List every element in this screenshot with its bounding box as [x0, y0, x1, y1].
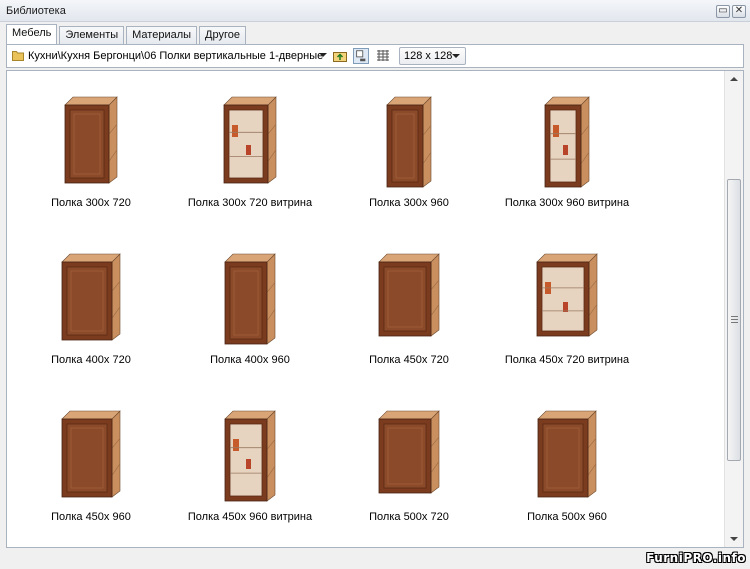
watermark: FurniPRO.info: [646, 551, 746, 565]
library-item[interactable]: Полка 400х 960: [170, 244, 330, 366]
library-item[interactable]: Полка 300х 720: [11, 87, 171, 209]
close-button[interactable]: ✕: [732, 5, 746, 18]
library-item[interactable]: Полка 300х 960: [329, 87, 489, 209]
tab-furniture[interactable]: Мебель: [6, 24, 58, 44]
library-item[interactable]: Полка 450х 720: [329, 244, 489, 366]
tab-materials[interactable]: Материалы: [126, 26, 198, 44]
cabinet-thumbnail: [64, 96, 118, 184]
scroll-up-icon[interactable]: [728, 74, 740, 84]
cabinet-thumbnail: [61, 410, 121, 498]
library-item[interactable]: Полка 450х 960: [11, 401, 171, 523]
cabinet-thumbnail: [386, 96, 432, 188]
chevron-down-icon: [452, 54, 460, 58]
item-label: Полка 300х 960: [369, 197, 449, 209]
item-label: Полка 300х 720 витрина: [187, 197, 313, 209]
cabinet-thumbnail: [378, 253, 440, 337]
item-label: Полка 450х 960 витрина: [187, 511, 313, 523]
minimize-icon: ▭: [718, 5, 728, 16]
folder-icon: [12, 51, 24, 61]
thumbnail-view-icon[interactable]: [353, 48, 369, 64]
library-item[interactable]: Полка 450х 720 витрина: [487, 244, 647, 366]
item-label: Полка 400х 720: [51, 354, 131, 366]
toolbar: Кухни\Кухня Бергонци\06 Полки вертикальн…: [6, 44, 744, 68]
item-label: Полка 450х 960: [51, 511, 131, 523]
library-item[interactable]: Полка 300х 720 витрина: [170, 87, 330, 209]
vertical-scrollbar[interactable]: [724, 71, 743, 547]
glass-cabinet-thumbnail: [536, 253, 598, 337]
cabinet-thumbnail: [61, 253, 121, 341]
thumbnail-size-value: 128 x 128: [404, 50, 453, 62]
tab-elements[interactable]: Элементы: [59, 26, 125, 44]
glass-cabinet-thumbnail: [544, 96, 590, 188]
path-dropdown[interactable]: Кухни\Кухня Бергонци\06 Полки вертикальн…: [11, 47, 329, 65]
library-item[interactable]: Полка 500х 960: [487, 401, 647, 523]
thumbnail-size-select[interactable]: 128 x 128: [399, 47, 466, 65]
item-grid: Полка 300х 720 Полка 300х 720 витрина Полк…: [7, 71, 725, 547]
window-title: Библиотека: [6, 5, 66, 17]
scroll-grip-icon: [731, 316, 738, 323]
status-bar: FurniPRO.info: [0, 550, 750, 569]
item-label: Полка 400х 960: [210, 354, 290, 366]
glass-cabinet-thumbnail: [223, 96, 277, 184]
path-text: Кухни\Кухня Бергонци\06 Полки вертикальн…: [28, 50, 324, 62]
item-label: Полка 500х 960: [527, 511, 607, 523]
library-content: Полка 300х 720 Полка 300х 720 витрина Полк…: [6, 70, 744, 548]
cabinet-thumbnail: [224, 253, 276, 345]
glass-cabinet-thumbnail: [224, 410, 276, 502]
cabinet-thumbnail: [537, 410, 597, 498]
dock-button[interactable]: ▭: [716, 5, 730, 18]
folder-up-icon[interactable]: [332, 48, 348, 64]
item-label: Полка 500х 720: [369, 511, 449, 523]
library-item[interactable]: Полка 300х 960 витрина: [487, 87, 647, 209]
tab-strip: Мебель Элементы Материалы Другое: [6, 24, 246, 44]
cabinet-thumbnail: [378, 410, 440, 494]
close-icon: ✕: [734, 5, 744, 16]
item-label: Полка 300х 720: [51, 197, 131, 209]
item-label: Полка 450х 720: [369, 354, 449, 366]
item-label: Полка 300х 960 витрина: [504, 197, 630, 209]
item-label: Полка 450х 720 витрина: [504, 354, 630, 366]
library-item[interactable]: Полка 500х 720: [329, 401, 489, 523]
chevron-down-icon: [319, 53, 327, 57]
title-bar: Библиотека ▭ ✕: [0, 0, 750, 22]
tab-other[interactable]: Другое: [199, 26, 246, 44]
list-view-icon[interactable]: [375, 48, 391, 64]
library-item[interactable]: Полка 400х 720: [11, 244, 171, 366]
library-item[interactable]: Полка 450х 960 витрина: [170, 401, 330, 523]
scroll-thumb[interactable]: [727, 179, 741, 461]
scroll-down-icon[interactable]: [728, 534, 740, 544]
